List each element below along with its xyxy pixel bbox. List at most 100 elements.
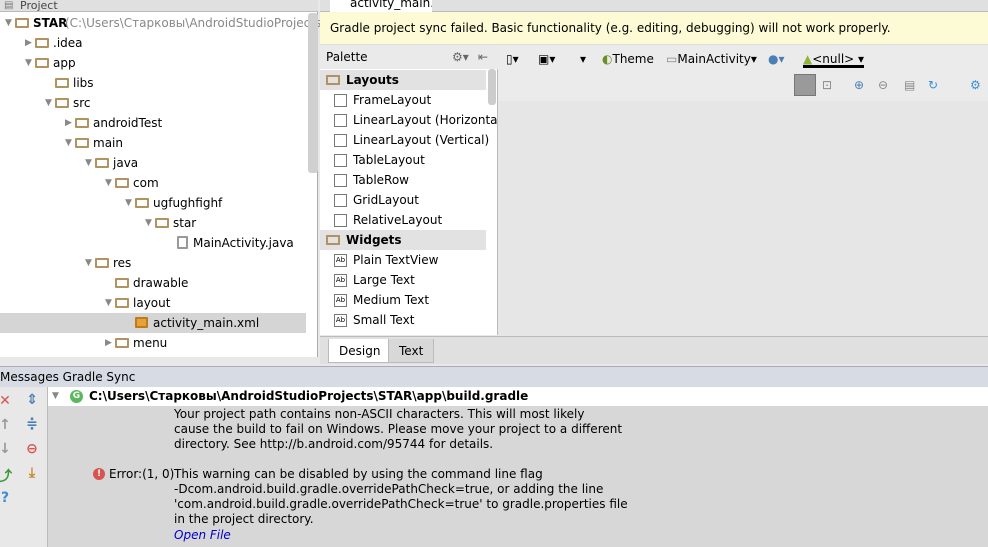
device-config-icon[interactable]: ▯▾ <box>506 50 519 68</box>
theme-button[interactable]: ◐Theme <box>602 50 654 68</box>
tree-item[interactable]: drawable <box>0 273 306 293</box>
tree-item[interactable]: ▼ layout <box>0 293 306 313</box>
palette-item[interactable]: LinearLayout (Horizontal) <box>320 110 506 130</box>
zoom-in-icon[interactable]: ⊕ <box>854 76 864 94</box>
chevron-right-icon[interactable]: ▶ <box>25 33 32 53</box>
palette-item[interactable]: FrameLayout <box>320 90 486 110</box>
messages-title: Messages Gradle Sync <box>0 370 136 384</box>
layout-icon <box>334 154 347 167</box>
tab-design[interactable]: Design <box>328 339 392 363</box>
hide-warnings-icon[interactable]: ⊖ <box>24 441 40 457</box>
layout-icon <box>334 194 347 207</box>
tree-item-label: STAR <box>33 16 68 30</box>
up-arrow-icon[interactable]: ↑ <box>0 417 13 433</box>
chevron-down-icon[interactable]: ▼ <box>25 53 32 73</box>
tree-item-label: app <box>53 56 76 70</box>
tab-text[interactable]: Text <box>388 339 435 363</box>
tree-item[interactable]: ▼ star <box>0 213 306 233</box>
expand-all-icon[interactable]: ⇕ <box>24 392 40 408</box>
tree-item[interactable]: ▼ main <box>0 133 306 153</box>
collapse-all-icon[interactable]: ≑ <box>24 416 40 432</box>
palette-item-label: Large Text <box>353 273 415 287</box>
chevron-down-icon[interactable]: ▼ <box>105 293 112 313</box>
export-icon[interactable]: ⤴ <box>0 466 13 486</box>
download-icon[interactable]: ⤓ <box>24 465 40 481</box>
tree-item[interactable]: ▼ src <box>0 93 306 113</box>
folder-icon <box>155 218 169 228</box>
chevron-right-icon[interactable]: ▶ <box>105 333 112 353</box>
palette-item-label: Plain TextView <box>353 253 439 267</box>
design-canvas[interactable] <box>498 101 988 336</box>
zoom-out-icon[interactable]: ⊖ <box>878 76 888 94</box>
tree-item[interactable]: MainActivity.java <box>0 233 306 253</box>
chevron-down-icon[interactable]: ▼ <box>45 93 52 113</box>
chevron-down-icon[interactable]: ▼ <box>145 213 152 233</box>
tree-item-label: MainActivity.java <box>193 236 294 250</box>
message-line: 'com.android.build.gradle.overridePathCh… <box>174 497 628 511</box>
tree-item[interactable]: activity_main.xml <box>0 313 306 333</box>
palette-item[interactable]: TableRow <box>320 170 486 190</box>
down-arrow-icon[interactable]: ↓ <box>0 441 13 457</box>
page-icon[interactable]: ▤ <box>904 76 915 94</box>
hide-panel-icon[interactable]: ⇤ <box>478 45 488 69</box>
palette-category[interactable]: Layouts <box>320 70 486 90</box>
textview-icon: Ab <box>334 254 347 267</box>
zoom-to-fit-icon[interactable] <box>794 74 816 96</box>
tree-item[interactable]: libs <box>0 73 306 93</box>
tree-item-label: layout <box>133 296 171 310</box>
chevron-down-icon[interactable]: ▼ <box>5 13 12 33</box>
chevron-down-icon[interactable]: ▼ <box>65 133 72 153</box>
tree-item[interactable]: ▼ java <box>0 153 306 173</box>
chevron-down-icon[interactable]: ▼ <box>85 253 92 273</box>
palette-category[interactable]: Widgets <box>320 230 486 250</box>
chevron-right-icon[interactable]: ▶ <box>65 113 72 133</box>
palette-item[interactable]: GridLayout <box>320 190 486 210</box>
chevron-down-icon[interactable]: ▼ <box>105 173 112 193</box>
message-file-row[interactable]: ▼ G C:\Users\Старковы\AndroidStudioProje… <box>48 387 988 406</box>
tree-item-label: star <box>173 216 197 230</box>
tree-item[interactable]: ▼ com <box>0 173 306 193</box>
chevron-down-icon[interactable]: ▼ <box>85 153 92 173</box>
locale-globe-icon[interactable]: ●▾ <box>768 50 785 68</box>
scrollbar[interactable] <box>488 69 496 105</box>
tree-item[interactable]: ▼ app <box>0 53 306 73</box>
palette-item[interactable]: Ab Small Text <box>320 310 486 330</box>
folder-icon <box>326 235 340 245</box>
chevron-down-icon[interactable]: ▼ <box>125 193 132 213</box>
close-icon[interactable]: ✕ <box>0 393 13 409</box>
tree-item-label: ugfughfighf <box>153 196 223 210</box>
api-level-dropdown[interactable]: ▲<null> ▾ <box>803 50 865 68</box>
project-panel-header[interactable]: ▤ Project <box>0 0 318 12</box>
tab-activity-main[interactable]: activity_main.xml <box>330 0 432 12</box>
device-icon[interactable]: ▣▾ <box>538 50 555 68</box>
palette-item[interactable]: Ab Large Text <box>320 270 486 290</box>
textview-icon: Ab <box>334 274 347 287</box>
refresh-icon[interactable]: ↻ <box>928 76 938 94</box>
actual-size-icon[interactable]: ⊡ <box>822 76 832 94</box>
folder-icon <box>35 58 49 68</box>
tree-item[interactable]: ▶ menu <box>0 333 306 353</box>
tree-item-label: androidTest <box>93 116 163 130</box>
settings-gear-icon[interactable]: ⚙ <box>970 76 981 94</box>
open-file-link[interactable]: Open File <box>174 528 231 543</box>
help-icon[interactable]: ? <box>0 490 13 506</box>
palette-item[interactable]: Ab Plain TextView <box>320 250 486 270</box>
orientation-dropdown[interactable]: ▾ <box>580 50 586 68</box>
message-line: This warning can be disabled by using th… <box>174 467 543 481</box>
tree-item[interactable]: ▼ res <box>0 253 306 273</box>
messages-toolbar: ✕ ⇕ ↑ ≑ ↓ ⊖ ⤴ ⤓ ? <box>0 387 48 547</box>
palette-item[interactable]: LinearLayout (Vertical) <box>320 130 489 150</box>
palette-item[interactable]: RelativeLayout <box>320 210 486 230</box>
expand-arrow-icon[interactable]: ▼ <box>52 387 59 406</box>
palette-header: Palette ⚙▾ ⇤ <box>320 45 498 69</box>
tree-item[interactable]: ▼ STAR (C:\Users\Старковы\AndroidStudioPr… <box>0 13 333 33</box>
gear-icon[interactable]: ⚙▾ <box>452 45 469 69</box>
tree-item[interactable]: ▼ ugfughfighf <box>0 193 306 213</box>
palette-item[interactable]: Ab Medium Text <box>320 290 486 310</box>
scrollbar[interactable] <box>308 13 318 173</box>
palette-item[interactable]: TableLayout <box>320 150 486 170</box>
activity-dropdown[interactable]: ▭MainActivity▾ <box>666 50 757 68</box>
xml-file-icon <box>135 317 148 328</box>
tree-item[interactable]: ▶ .idea <box>0 33 306 53</box>
tree-item[interactable]: ▶ androidTest <box>0 113 306 133</box>
